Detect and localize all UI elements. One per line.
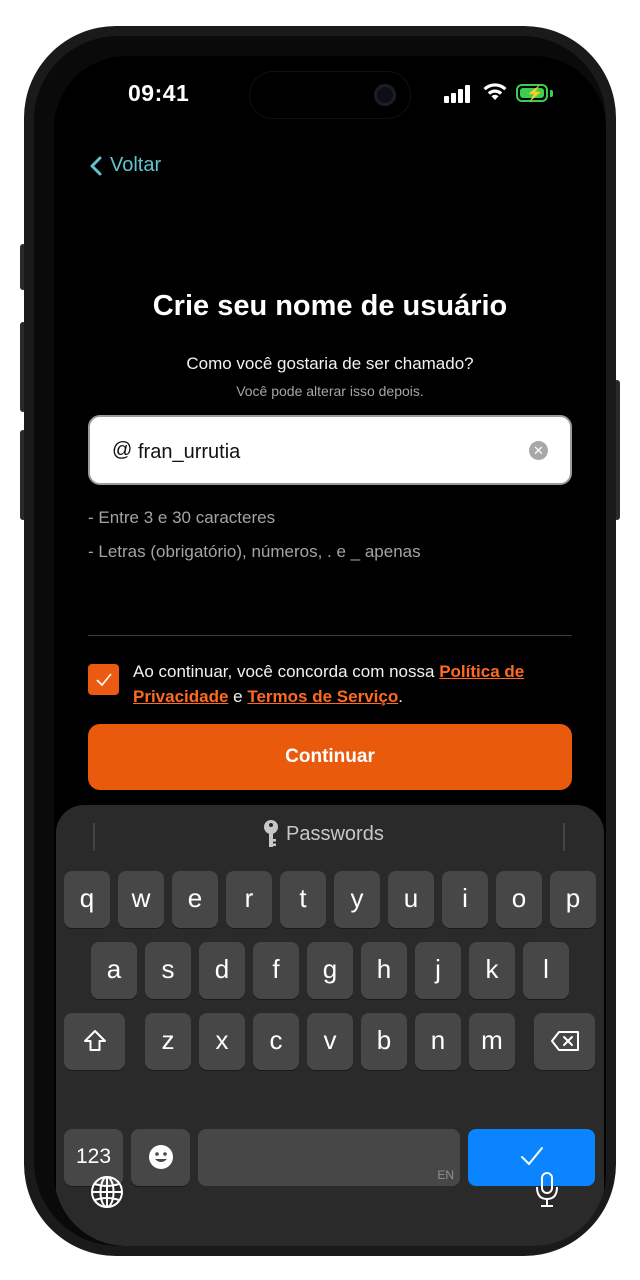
passwords-suggestion[interactable]: Passwords — [262, 819, 384, 849]
clear-input-icon[interactable]: ✕ — [529, 441, 548, 460]
phone-bezel: 09:41 ⚡ Voltar Crie seu nome de usuário … — [34, 36, 606, 1246]
key-m[interactable]: m — [469, 1013, 515, 1070]
suggestion-separator-right — [563, 823, 565, 851]
microphone-icon[interactable] — [534, 1171, 560, 1214]
done-key[interactable] — [468, 1129, 595, 1186]
consent-text-after: . — [398, 687, 403, 706]
divider — [88, 635, 572, 636]
key-l[interactable]: l — [523, 942, 569, 999]
passwords-label: Passwords — [286, 822, 384, 845]
key-c[interactable]: c — [253, 1013, 299, 1070]
key-r[interactable]: r — [226, 871, 272, 928]
cellular-signal-icon — [444, 85, 474, 103]
status-time: 09:41 — [128, 80, 190, 106]
at-prefix: @ — [112, 439, 133, 461]
delete-key[interactable] — [534, 1013, 595, 1070]
key-z[interactable]: z — [145, 1013, 191, 1070]
key-j[interactable]: j — [415, 942, 461, 999]
page-hint: Você pode alterar isso depois. — [236, 383, 424, 399]
key-y[interactable]: y — [334, 871, 380, 928]
key-t[interactable]: t — [280, 871, 326, 928]
phone-frame: 09:41 ⚡ Voltar Crie seu nome de usuário … — [24, 26, 616, 1256]
camera-icon — [374, 84, 396, 106]
globe-icon[interactable] — [90, 1175, 124, 1214]
space-key[interactable]: EN — [198, 1129, 460, 1186]
key-x[interactable]: x — [199, 1013, 245, 1070]
key-e[interactable]: e — [172, 871, 218, 928]
checkmark-icon — [521, 1147, 543, 1165]
key-p[interactable]: p — [550, 871, 596, 928]
rule-length: - Entre 3 e 30 caracteres — [88, 508, 276, 527]
username-input[interactable] — [136, 431, 520, 473]
username-input-container[interactable]: @ ✕ — [88, 415, 572, 485]
battery-icon: ⚡ — [516, 84, 548, 102]
charging-bolt-icon: ⚡ — [526, 85, 544, 101]
shift-arrow-icon — [83, 1030, 106, 1051]
consent-text: Ao continuar, você concorda com nossa Po… — [133, 659, 573, 709]
battery-cap — [550, 90, 553, 97]
wifi-icon — [482, 82, 508, 107]
key-n[interactable]: n — [415, 1013, 461, 1070]
suggestion-separator-left — [93, 823, 95, 851]
key-v[interactable]: v — [307, 1013, 353, 1070]
screen: 09:41 ⚡ Voltar Crie seu nome de usuário … — [54, 56, 606, 1246]
page-subtitle: Como você gostaria de ser chamado? — [186, 354, 474, 373]
key-icon — [264, 820, 278, 847]
keyboard: Passwords q w e r t y u i o p a s d f g … — [56, 805, 604, 1246]
chevron-left-icon — [90, 156, 102, 175]
page-title: Crie seu nome de usuário — [152, 290, 508, 322]
shift-key[interactable] — [64, 1013, 125, 1070]
key-f[interactable]: f — [253, 942, 299, 999]
rule-characters: - Letras (obrigatório), números, . e _ a… — [88, 542, 421, 561]
key-s[interactable]: s — [145, 942, 191, 999]
space-language-label: EN — [437, 1168, 454, 1182]
terms-of-service-link[interactable]: Termos de Serviço — [247, 687, 398, 706]
key-h[interactable]: h — [361, 942, 407, 999]
key-a[interactable]: a — [91, 942, 137, 999]
dynamic-island — [250, 72, 410, 118]
key-q[interactable]: q — [64, 871, 110, 928]
emoji-key[interactable] — [131, 1129, 190, 1186]
key-g[interactable]: g — [307, 942, 353, 999]
consent-checkbox[interactable] — [88, 664, 119, 695]
consent-text-middle: e — [228, 687, 248, 706]
key-b[interactable]: b — [361, 1013, 407, 1070]
backspace-icon — [550, 1031, 579, 1051]
consent-text-before: Ao continuar, você concorda com nossa — [133, 662, 440, 681]
key-k[interactable]: k — [469, 942, 515, 999]
back-label: Voltar — [110, 154, 162, 176]
key-i[interactable]: i — [442, 871, 488, 928]
back-button[interactable]: Voltar — [90, 154, 161, 177]
key-w[interactable]: w — [118, 871, 164, 928]
emoji-icon — [148, 1145, 173, 1169]
continue-button[interactable]: Continuar — [88, 724, 572, 790]
key-o[interactable]: o — [496, 871, 542, 928]
key-u[interactable]: u — [388, 871, 434, 928]
key-d[interactable]: d — [199, 942, 245, 999]
checkmark-icon — [96, 673, 112, 687]
